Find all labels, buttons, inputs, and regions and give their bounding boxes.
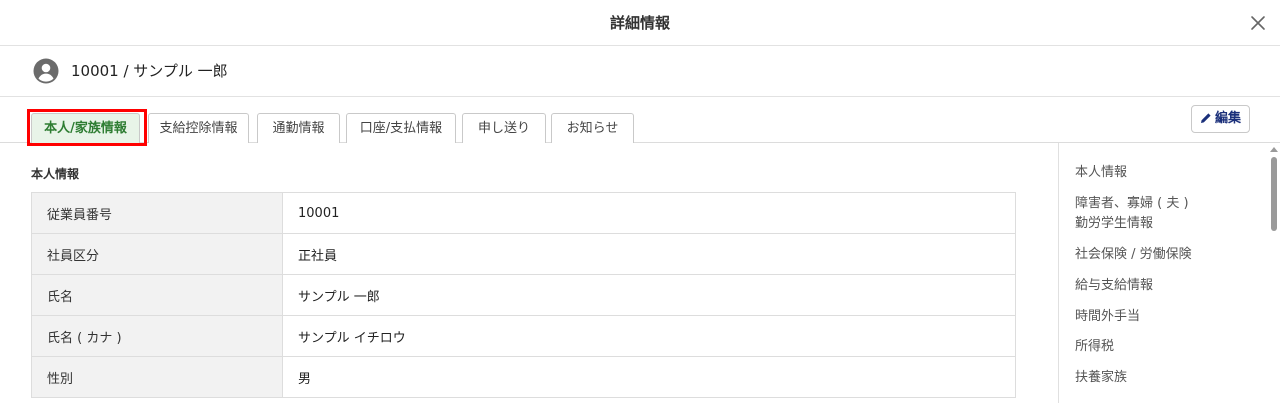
row-label: 性別 <box>31 356 283 398</box>
row-label: 氏名 ( カナ ) <box>31 315 283 357</box>
row-value: 10001 <box>282 192 1016 234</box>
tab-account-payment[interactable]: 口座/支払情報 <box>346 113 456 143</box>
table-row: 性別 男 <box>31 356 1016 398</box>
row-label: 社員区分 <box>31 233 283 275</box>
tab-personal-family[interactable]: 本人/家族情報 <box>31 113 140 144</box>
dialog-title: 詳細情報 <box>609 14 670 32</box>
tab-handover[interactable]: 申し送り <box>462 113 546 143</box>
row-value: サンプル イチロウ <box>282 315 1016 357</box>
pencil-icon <box>1200 113 1211 123</box>
nav-item-social-insurance[interactable]: 社会保険 / 労働保険 <box>1075 245 1192 265</box>
nav-item-label-line: 勤労学生情報 <box>1075 216 1154 231</box>
detail-dialog: 詳細情報 10001 / サンプル 一郎 本人/家族情報 支給控除情報 通勤情報… <box>0 0 1280 403</box>
scroll-up-icon[interactable] <box>1270 147 1278 152</box>
nav-item-income-tax[interactable]: 所得税 <box>1075 337 1114 357</box>
row-label: 従業員番号 <box>31 192 283 234</box>
tab-notices[interactable]: お知らせ <box>551 113 634 143</box>
tab-payment-deduction[interactable]: 支給控除情報 <box>148 113 249 143</box>
nav-item-salary-payment[interactable]: 給与支給情報 <box>1075 276 1153 296</box>
edit-button-label: 編集 <box>1214 111 1241 126</box>
row-value: サンプル 一郎 <box>282 274 1016 316</box>
row-value: 男 <box>282 356 1016 398</box>
employee-name: 10001 / サンプル 一郎 <box>71 62 228 80</box>
employee-header: 10001 / サンプル 一郎 <box>0 46 1280 97</box>
row-value: 正社員 <box>282 233 1016 275</box>
dialog-header: 詳細情報 <box>0 0 1280 46</box>
table-row: 氏名 ( カナ ) サンプル イチロウ <box>31 315 1016 357</box>
table-row: 氏名 サンプル 一郎 <box>31 274 1016 316</box>
section-title: 本人情報 <box>31 167 80 181</box>
tab-bar: 本人/家族情報 支給控除情報 通勤情報 口座/支払情報 申し送り お知らせ 編集 <box>0 97 1280 146</box>
close-button[interactable] <box>1246 11 1270 35</box>
nav-item-personal-info[interactable]: 本人情報 <box>1075 163 1127 183</box>
row-label: 氏名 <box>31 274 283 316</box>
nav-item-label-line: 障害者、寡婦 ( 夫 ) <box>1075 196 1189 211</box>
table-row: 社員区分 正社員 <box>31 233 1016 275</box>
section-nav: 本人情報 障害者、寡婦 ( 夫 ) 勤労学生情報 社会保険 / 労働保険 給与支… <box>1058 143 1268 403</box>
main-content: 本人情報 従業員番号 10001 社員区分 正社員 氏名 サンプル 一郎 氏名 … <box>0 143 1058 403</box>
table-row: 従業員番号 10001 <box>31 192 1016 234</box>
tab-commute[interactable]: 通勤情報 <box>257 113 340 143</box>
account-circle-icon <box>33 58 59 84</box>
nav-item-overtime[interactable]: 時間外手当 <box>1075 307 1140 327</box>
scroll-thumb[interactable] <box>1271 157 1277 231</box>
personal-info-table: 従業員番号 10001 社員区分 正社員 氏名 サンプル 一郎 氏名 ( カナ … <box>31 192 1016 398</box>
edit-button[interactable]: 編集 <box>1191 105 1250 133</box>
nav-item-disability-student[interactable]: 障害者、寡婦 ( 夫 ) 勤労学生情報 <box>1075 194 1189 234</box>
side-scrollbar[interactable] <box>1268 143 1280 403</box>
close-icon <box>1251 16 1265 30</box>
nav-item-dependents[interactable]: 扶養家族 <box>1075 368 1127 388</box>
